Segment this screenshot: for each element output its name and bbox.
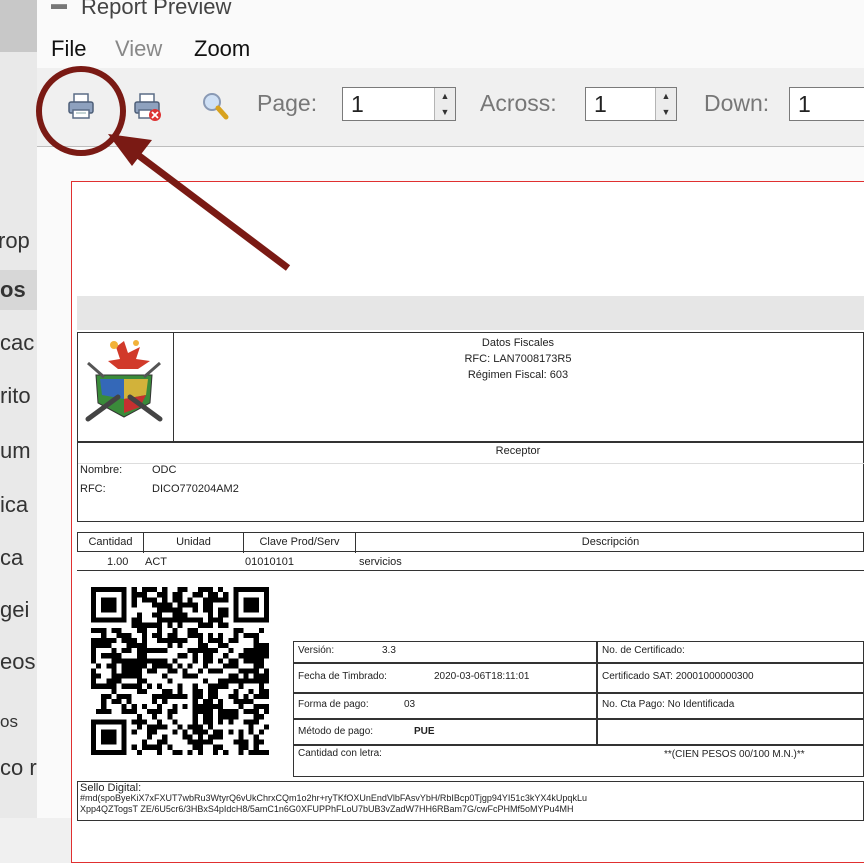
annotation-overlay	[36, 66, 291, 271]
highlight-circle	[36, 66, 126, 156]
annotation-arrow-shaft	[131, 149, 291, 271]
